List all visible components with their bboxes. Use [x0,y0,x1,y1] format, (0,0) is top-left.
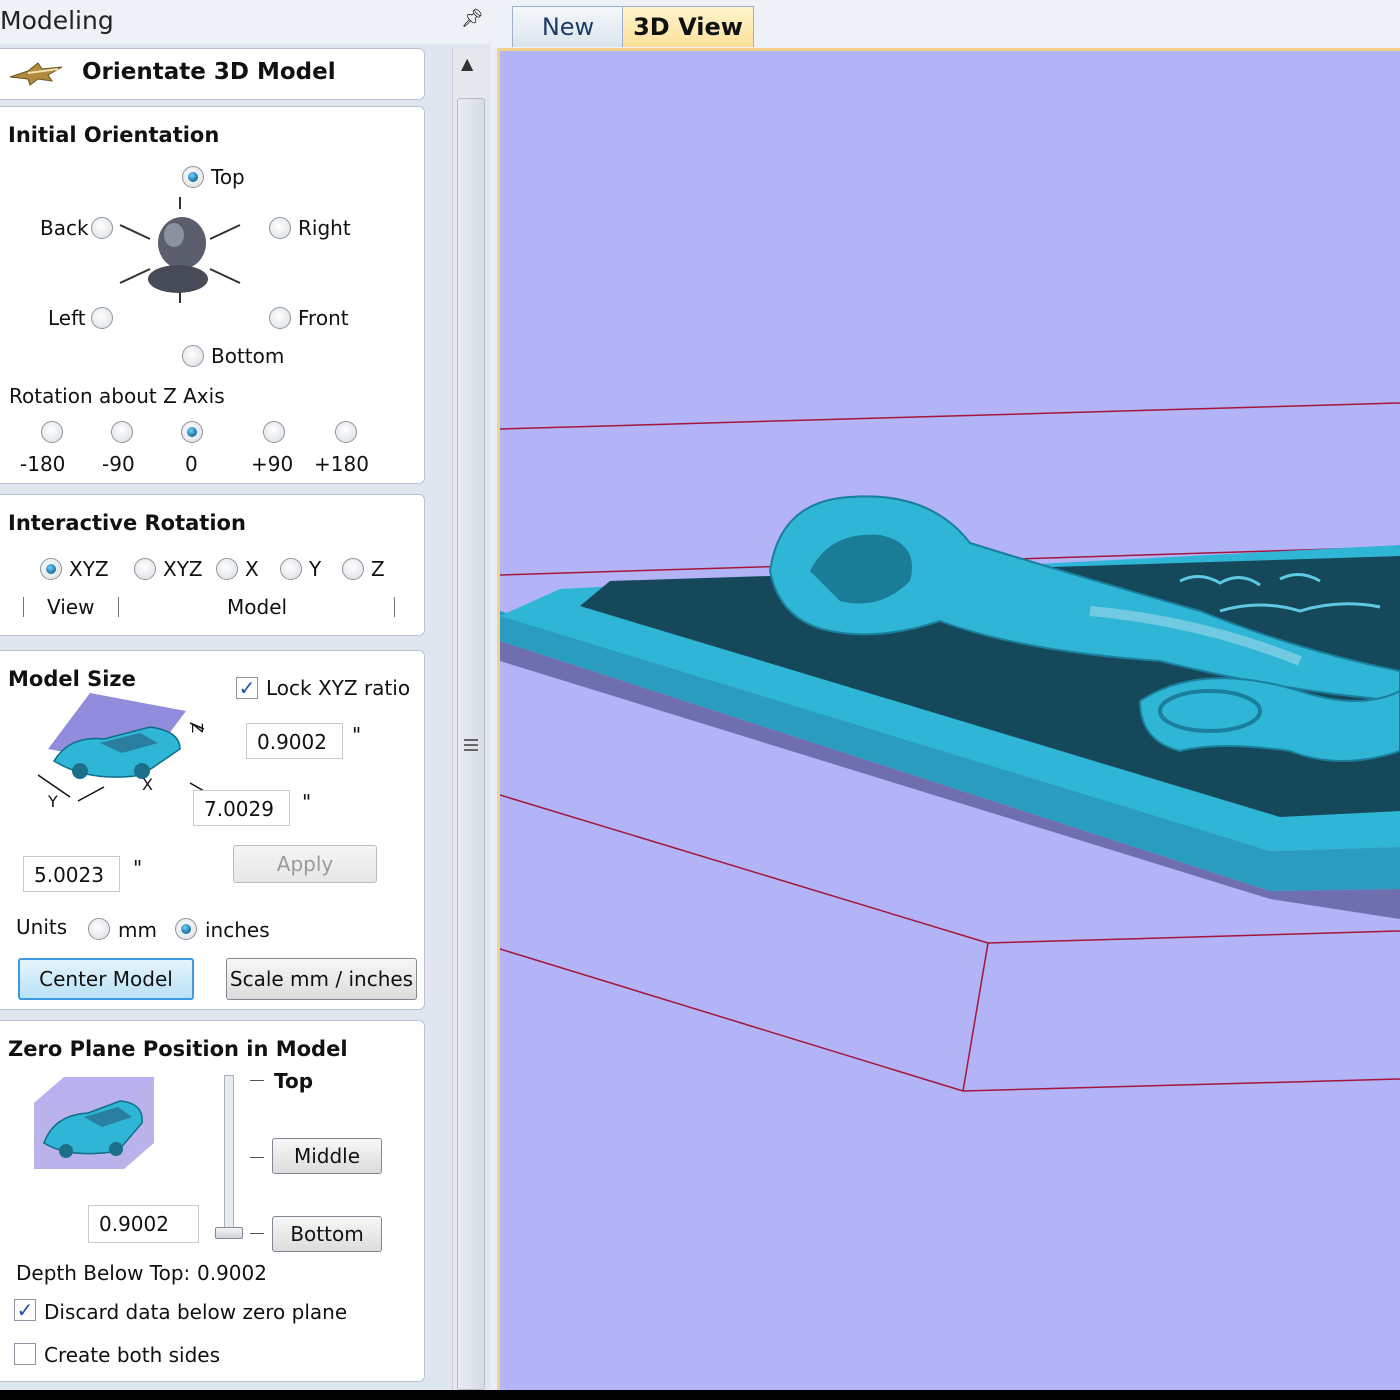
zero-plane-slider-track[interactable] [224,1075,234,1237]
rotation-minus90-label: -90 [102,452,135,476]
unit-inches-label: inches [205,918,270,942]
divider [394,597,395,617]
lock-ratio-label: Lock XYZ ratio [266,676,411,700]
orientation-left-radio[interactable] [91,307,113,329]
rotation-plus90-label: +90 [251,452,294,476]
zero-plane-section: Zero Plane Position in Model Top Middle … [0,1020,425,1382]
rotation-plus90-radio[interactable] [263,421,285,443]
lock-ratio-checkbox[interactable]: ✓ [236,677,258,699]
rotation-z-label: Rotation about Z Axis [9,384,225,408]
tab-new[interactable]: New [512,6,624,47]
rotation-model-xyz-radio[interactable] [134,558,156,580]
tick [250,1157,264,1158]
rotation-plus180-label: +180 [314,452,369,476]
3d-viewport[interactable] [497,48,1400,1390]
rotation-x-radio[interactable] [216,558,238,580]
size-y-input[interactable]: 5.0023 [23,856,120,892]
inch-mark-z: " [352,723,362,747]
tab-3d-view[interactable]: 3D View [622,6,754,47]
size-z-input[interactable]: 0.9002 [246,723,343,759]
panel-header: Modeling 📌︎ [0,0,490,44]
scale-units-button[interactable]: Scale mm / inches [226,958,417,1000]
tick [250,1233,264,1234]
car-zero-plane-preview-icon [34,1077,154,1169]
bust-preview-icon [119,197,241,303]
unit-inches-radio[interactable] [175,918,197,940]
interactive-rotation-section: Interactive Rotation XYZ XYZ X Y Z View … [0,494,425,636]
initial-orientation-title: Initial Orientation [8,123,220,147]
zero-plane-top-label: Top [274,1069,314,1093]
discard-below-checkbox[interactable]: ✓ [14,1299,36,1321]
orientation-back-radio[interactable] [91,217,113,239]
modeling-panel: Modeling 📌︎ Orientate 3D Model Initial O… [0,0,490,1390]
rotation-0-radio[interactable] [181,421,203,443]
rotation-minus90-radio[interactable] [111,421,133,443]
zero-plane-title: Zero Plane Position in Model [8,1037,348,1061]
orientation-top-label: Top [211,165,245,189]
document-tabbar: New 3D View [490,0,1400,48]
rotation-y-radio[interactable] [280,558,302,580]
model-size-section: Model Size Z X Y ✓ Lock XYZ ratio 0.9002… [0,650,425,1010]
rotation-y-label: Y [309,557,322,581]
eagle-logo-icon [9,62,63,86]
zero-plane-middle-button[interactable]: Middle [272,1138,382,1174]
apply-button[interactable]: Apply [233,845,377,883]
center-model-button[interactable]: Center Model [18,958,194,1000]
scroll-thumb[interactable] [457,98,485,1390]
initial-orientation-section: Initial Orientation Top Back Right Left … [0,106,425,484]
rotation-z-radio[interactable] [342,558,364,580]
panel-heading: Orientate 3D Model [82,59,336,85]
orientation-top-radio[interactable] [182,166,204,188]
depth-below-top-value: 0.9002 [197,1261,267,1285]
interactive-rotation-title: Interactive Rotation [8,511,246,535]
size-x-input[interactable]: 7.0029 [193,790,290,826]
create-both-sides-checkbox[interactable] [14,1343,36,1365]
rotation-minus180-radio[interactable] [41,421,63,443]
tick [250,1080,264,1081]
view-group-label: View [47,595,95,619]
rotation-0-label: 0 [185,452,198,476]
bottom-bar [0,1390,1400,1400]
orientation-bottom-label: Bottom [211,344,285,368]
panel-title: Modeling [0,6,114,35]
orientation-back-label: Back [40,216,89,240]
orientation-right-label: Right [298,216,351,240]
divider [23,597,24,617]
zero-plane-bottom-button[interactable]: Bottom [272,1216,382,1252]
orientation-right-radio[interactable] [269,217,291,239]
rotation-x-label: X [245,557,259,581]
inch-mark-x: " [302,790,312,814]
discard-below-label: Discard data below zero plane [44,1300,348,1324]
rotation-view-xyz-radio[interactable] [40,558,62,580]
rotation-view-xyz-label: XYZ [69,557,109,581]
rotation-model-xyz-label: XYZ [163,557,203,581]
orientation-front-label: Front [298,306,349,330]
axis-z-label: Z [188,722,207,734]
zero-plane-value-input[interactable]: 0.9002 [88,1205,199,1243]
depth-below-top-label: Depth Below Top: [16,1261,191,1285]
axis-y-label: Y [48,792,58,811]
3d-model-render[interactable] [500,51,1400,1390]
rotation-plus180-radio[interactable] [335,421,357,443]
create-both-sides-label: Create both sides [44,1343,221,1367]
grip-icon [464,739,478,751]
panel-scrollbar[interactable]: ▲ [452,48,487,1390]
units-label: Units [16,915,68,939]
axis-x-label: X [142,775,153,794]
orientation-bottom-radio[interactable] [182,345,204,367]
orientate-header: Orientate 3D Model [0,48,425,100]
unit-mm-radio[interactable] [88,918,110,940]
rotation-minus180-label: -180 [20,452,66,476]
zero-plane-slider-thumb[interactable] [215,1227,243,1239]
orientation-left-label: Left [48,306,86,330]
divider [118,597,119,617]
model-group-label: Model [227,595,288,619]
pin-icon[interactable]: 📌︎ [461,8,484,29]
scroll-up-arrow-icon[interactable]: ▲ [461,54,473,73]
unit-mm-label: mm [118,918,157,942]
inch-mark-y: " [133,856,143,880]
orientation-front-radio[interactable] [269,307,291,329]
rotation-z-axis-label: Z [371,557,385,581]
